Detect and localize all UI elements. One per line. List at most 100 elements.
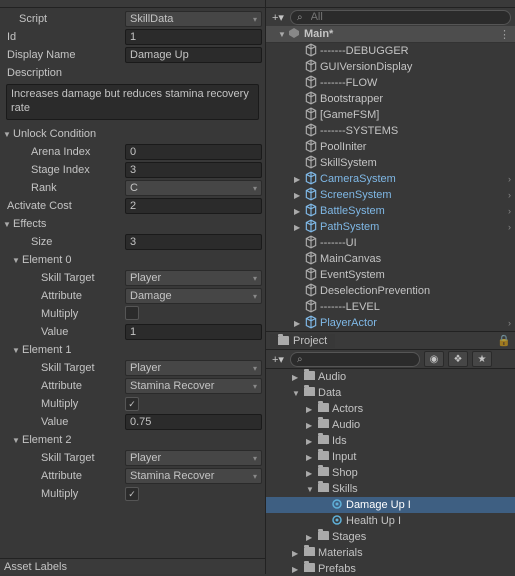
e1-multiply-checkbox[interactable]: [125, 397, 139, 411]
project-item[interactable]: ▶Materials: [266, 545, 515, 561]
display-name-input[interactable]: [125, 47, 262, 63]
id-input[interactable]: [125, 29, 262, 45]
project-item-label: Audio: [318, 371, 346, 383]
e0-multiply-checkbox[interactable]: [125, 306, 139, 320]
gameobject-icon: [304, 43, 318, 60]
e2-target-dropdown[interactable]: Player: [125, 450, 262, 466]
folder-icon: [318, 451, 329, 460]
hierarchy-item[interactable]: ▶PlayerActor›: [266, 315, 515, 331]
unity-scene-icon: [288, 27, 300, 42]
rank-dropdown[interactable]: C: [125, 180, 262, 196]
e0-multiply-label: Multiply: [3, 308, 125, 320]
prefab-icon: [304, 203, 318, 220]
scene-menu-icon[interactable]: ⋮: [499, 28, 509, 41]
foldout-icon: ▼: [3, 130, 13, 139]
project-item[interactable]: ▶Stages: [266, 529, 515, 545]
hierarchy-item-label: [GameFSM]: [320, 109, 379, 121]
e1-attr-dropdown[interactable]: Stamina Recover: [125, 378, 262, 394]
folder-icon: [304, 387, 315, 396]
hierarchy-item-label: -------DEBUGGER: [320, 45, 409, 57]
e1-value-label: Value: [3, 416, 125, 428]
hierarchy-item[interactable]: ▶BattleSystem›: [266, 203, 515, 219]
create-button[interactable]: +▾: [270, 11, 286, 24]
element-1-header[interactable]: ▼ Element 1: [0, 341, 265, 359]
e0-target-dropdown[interactable]: Player: [125, 270, 262, 286]
project-item-label: Damage Up I: [346, 499, 411, 511]
e1-value-input[interactable]: [125, 414, 262, 430]
project-search[interactable]: ⌕: [290, 352, 420, 367]
hierarchy-search-input[interactable]: [307, 9, 504, 25]
hierarchy-item[interactable]: ▶DeselectionPrevention: [266, 283, 515, 299]
hierarchy-item[interactable]: ▶EventSystem: [266, 267, 515, 283]
filter-by-type-button[interactable]: ◉: [424, 351, 444, 367]
project-search-input[interactable]: [307, 351, 413, 367]
filter-by-label-button[interactable]: ❖: [448, 351, 468, 367]
foldout-icon: ▼: [12, 436, 22, 445]
size-input[interactable]: [125, 234, 262, 250]
hierarchy-item-label: ScreenSystem: [320, 189, 392, 201]
save-search-button[interactable]: ★: [472, 351, 492, 367]
gameobject-icon: [304, 251, 318, 268]
hierarchy-item[interactable]: ▶GUIVersionDisplay: [266, 59, 515, 75]
gameobject-icon: [304, 139, 318, 156]
e1-multiply-label: Multiply: [3, 398, 125, 410]
foldout-icon: ▶: [306, 421, 316, 430]
folder-icon: [318, 467, 329, 476]
element-2-header[interactable]: ▼ Element 2: [0, 431, 265, 449]
gameobject-icon: [304, 123, 318, 140]
project-item[interactable]: ▼Skills: [266, 481, 515, 497]
project-item[interactable]: ▶Health Up I: [266, 513, 515, 529]
project-item[interactable]: ▶Input: [266, 449, 515, 465]
hierarchy-item[interactable]: ▶Bootstrapper: [266, 91, 515, 107]
project-item[interactable]: ▼Data: [266, 385, 515, 401]
foldout-icon: ▶: [294, 207, 304, 216]
project-item[interactable]: ▶Audio: [266, 369, 515, 385]
project-tab[interactable]: Project: [270, 334, 335, 348]
hierarchy-item[interactable]: ▶[GameFSM]: [266, 107, 515, 123]
hierarchy-search[interactable]: ⌕: [290, 10, 511, 25]
e2-multiply-checkbox[interactable]: [125, 487, 139, 501]
hierarchy-item[interactable]: ▶-------SYSTEMS: [266, 123, 515, 139]
chevron-right-icon: ›: [508, 318, 511, 328]
unlock-condition-header[interactable]: ▼ Unlock Condition: [0, 125, 265, 143]
e1-target-dropdown[interactable]: Player: [125, 360, 262, 376]
e1-attr-label: Attribute: [3, 380, 125, 392]
foldout-icon: ▼: [12, 256, 22, 265]
arena-index-input[interactable]: [125, 144, 262, 160]
script-field[interactable]: SkillData: [125, 11, 262, 27]
element-0-header[interactable]: ▼ Element 0: [0, 251, 265, 269]
description-textarea[interactable]: Increases damage but reduces stamina rec…: [6, 84, 259, 120]
hierarchy-item[interactable]: ▶MainCanvas: [266, 251, 515, 267]
hierarchy-item-label: PoolIniter: [320, 141, 366, 153]
folder-icon: [318, 531, 329, 540]
project-item[interactable]: ▶Damage Up I: [266, 497, 515, 513]
activate-cost-input[interactable]: [125, 198, 262, 214]
effects-header[interactable]: ▼ Effects: [0, 215, 265, 233]
foldout-icon: ▼: [278, 30, 288, 39]
e0-attr-dropdown[interactable]: Damage: [125, 288, 262, 304]
e0-target-label: Skill Target: [3, 272, 125, 284]
hierarchy-item[interactable]: ▶-------DEBUGGER: [266, 43, 515, 59]
stage-index-input[interactable]: [125, 162, 262, 178]
hierarchy-item[interactable]: ▶-------UI: [266, 235, 515, 251]
project-item[interactable]: ▶Ids: [266, 433, 515, 449]
hierarchy-item[interactable]: ▶CameraSystem›: [266, 171, 515, 187]
hierarchy-item[interactable]: ▶ScreenSystem›: [266, 187, 515, 203]
project-item[interactable]: ▶Audio: [266, 417, 515, 433]
project-panel: Project 🔒 +▾ ⌕ ◉ ❖ ★ ▶Audio▼Data▶Actors▶…: [266, 331, 515, 576]
hierarchy-item[interactable]: ▶SkillSystem: [266, 155, 515, 171]
e2-attr-dropdown[interactable]: Stamina Recover: [125, 468, 262, 484]
hierarchy-item[interactable]: ▶PathSystem›: [266, 219, 515, 235]
foldout-icon: ▶: [294, 223, 304, 232]
hierarchy-list: ▼ Main* ⋮ ▶-------DEBUGGER▶GUIVersionDis…: [266, 26, 515, 331]
scene-row[interactable]: ▼ Main* ⋮: [266, 26, 515, 43]
lock-icon[interactable]: 🔒: [497, 334, 511, 347]
project-create-button[interactable]: +▾: [270, 353, 286, 366]
search-icon: ⌕: [297, 354, 303, 365]
project-item[interactable]: ▶Actors: [266, 401, 515, 417]
project-item[interactable]: ▶Shop: [266, 465, 515, 481]
hierarchy-item[interactable]: ▶-------FLOW: [266, 75, 515, 91]
e0-value-input[interactable]: [125, 324, 262, 340]
hierarchy-item[interactable]: ▶PoolIniter: [266, 139, 515, 155]
hierarchy-item[interactable]: ▶-------LEVEL: [266, 299, 515, 315]
